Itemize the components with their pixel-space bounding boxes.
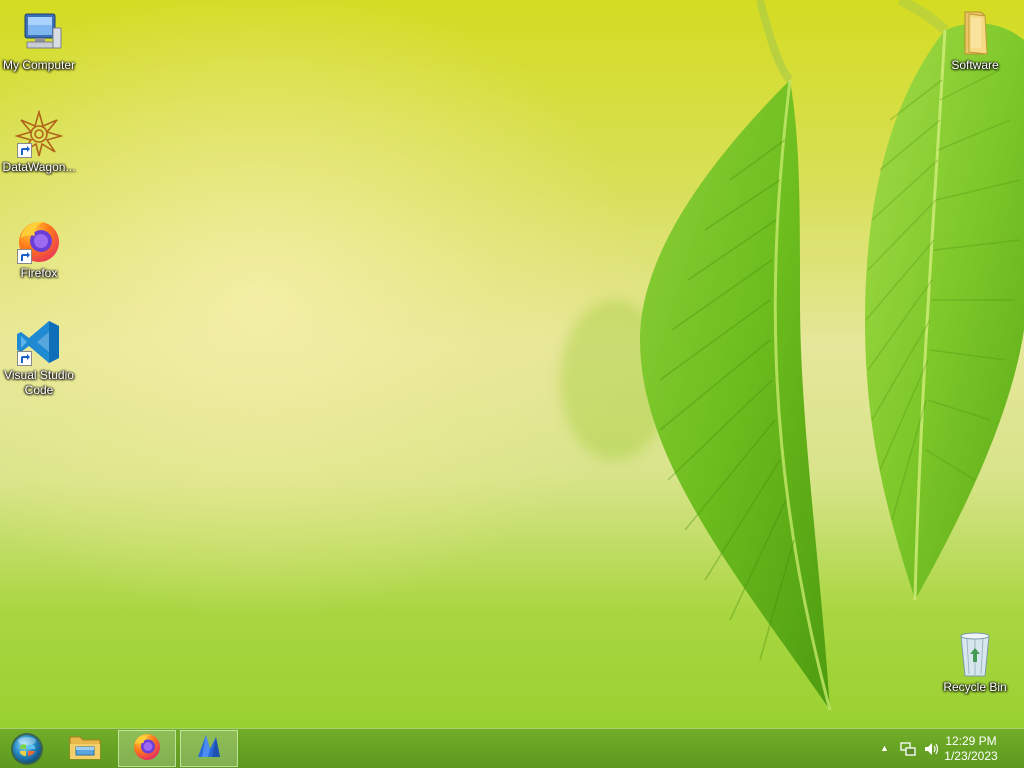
desktop-icon-datawagon[interactable]: DataWagon... (0, 109, 78, 175)
desktop-icon-label: Visual Studio Code (4, 368, 74, 397)
desktop[interactable]: My Computer DataWagon... Firefox Visual … (0, 0, 1024, 768)
computer-icon (15, 8, 63, 56)
taskbar-clock[interactable]: 12:29 PM 1/23/2023 (936, 734, 1006, 764)
shortcut-arrow-icon (17, 143, 32, 158)
clock-date: 1/23/2023 (944, 749, 998, 763)
system-tray: ▲ 12:29 PM 1/23/2023 (864, 729, 1024, 768)
start-button[interactable] (8, 731, 46, 767)
wallpaper-leaves (640, 0, 1024, 711)
folder-icon (951, 8, 999, 56)
taskbar-app-button[interactable] (180, 730, 238, 767)
firefox-icon (132, 731, 162, 766)
desktop-icon-recycle-bin[interactable]: Recycle Bin (936, 630, 1014, 695)
shortcut-arrow-icon (17, 249, 32, 264)
desktop-icon-label: Software (951, 58, 999, 72)
desktop-icon-label: My Computer (2, 58, 76, 72)
app-icon (194, 731, 224, 766)
taskbar-firefox-button[interactable] (118, 730, 176, 767)
shortcut-arrow-icon (17, 351, 32, 366)
desktop-icon-firefox[interactable]: Firefox (0, 216, 78, 281)
clock-time: 12:29 PM (945, 734, 997, 748)
recycle-bin-icon (951, 630, 999, 678)
vscode-icon (15, 318, 63, 366)
desktop-icon-my-computer[interactable]: My Computer (0, 8, 78, 73)
taskbar: ▲ 12:29 PM 1/23/2023 (0, 728, 1024, 768)
taskbar-file-explorer-button[interactable] (56, 730, 114, 767)
file-explorer-icon (68, 731, 102, 766)
firefox-icon (15, 216, 63, 264)
desktop-icon-software[interactable]: Software (936, 8, 1014, 73)
datawagon-icon (14, 109, 64, 158)
desktop-icon-label: DataWagon... (2, 160, 76, 174)
desktop-icon-label: Firefox (20, 266, 58, 280)
network-icon[interactable] (900, 741, 916, 762)
desktop-icon-vscode[interactable]: Visual Studio Code (0, 318, 78, 398)
show-hidden-icons-button[interactable]: ▲ (880, 743, 889, 753)
desktop-icon-label: Recycle Bin (943, 680, 1007, 694)
